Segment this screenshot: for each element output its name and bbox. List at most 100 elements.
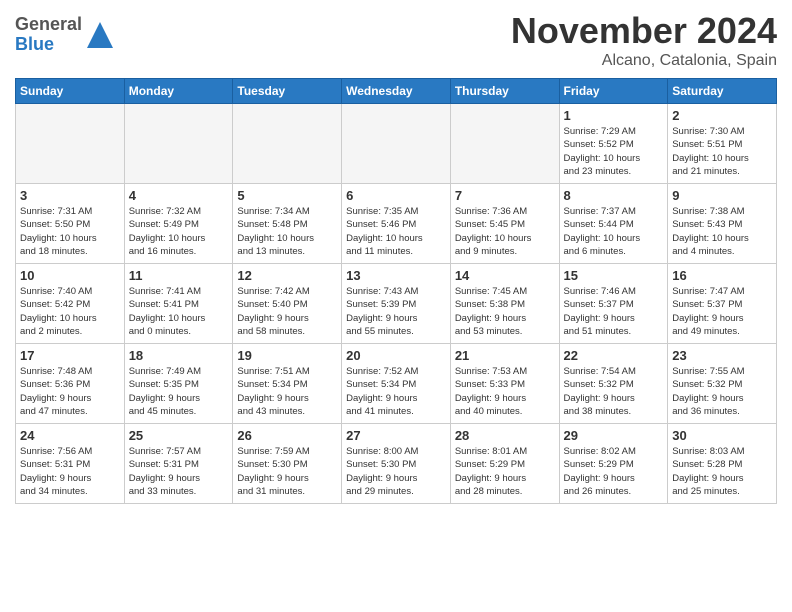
logo-icon	[85, 20, 115, 50]
day-number: 6	[346, 188, 446, 203]
day-info: Sunrise: 8:03 AM Sunset: 5:28 PM Dayligh…	[672, 445, 772, 498]
calendar-body: 1 Sunrise: 7:29 AM Sunset: 5:52 PM Daylig…	[16, 104, 777, 504]
weekday-header: Wednesday	[342, 79, 451, 104]
calendar-day-cell: 9 Sunrise: 7:38 AM Sunset: 5:43 PM Daylig…	[668, 184, 777, 264]
calendar-day-cell: 8 Sunrise: 7:37 AM Sunset: 5:44 PM Daylig…	[559, 184, 668, 264]
day-info: Sunrise: 7:29 AM Sunset: 5:52 PM Dayligh…	[564, 125, 664, 178]
weekday-header: Monday	[124, 79, 233, 104]
calendar-table: SundayMondayTuesdayWednesdayThursdayFrid…	[15, 78, 777, 504]
day-number: 12	[237, 268, 337, 283]
day-info: Sunrise: 7:45 AM Sunset: 5:38 PM Dayligh…	[455, 285, 555, 338]
calendar-day-cell: 28 Sunrise: 8:01 AM Sunset: 5:29 PM Dayli…	[450, 424, 559, 504]
day-info: Sunrise: 7:32 AM Sunset: 5:49 PM Dayligh…	[129, 205, 229, 258]
calendar-day-cell: 15Sunrise: 7:46 AM Sunset: 5:37 PM Dayli…	[559, 264, 668, 344]
calendar-day-cell: 3Sunrise: 7:31 AM Sunset: 5:50 PM Daylig…	[16, 184, 125, 264]
calendar-day-cell: 14 Sunrise: 7:45 AM Sunset: 5:38 PM Dayli…	[450, 264, 559, 344]
day-info: Sunrise: 7:52 AM Sunset: 5:34 PM Dayligh…	[346, 365, 446, 418]
day-info: Sunrise: 8:01 AM Sunset: 5:29 PM Dayligh…	[455, 445, 555, 498]
calendar-day-cell: 13Sunrise: 7:43 AM Sunset: 5:39 PM Dayli…	[342, 264, 451, 344]
calendar-week-row: 1 Sunrise: 7:29 AM Sunset: 5:52 PM Daylig…	[16, 104, 777, 184]
calendar-day-cell: 29 Sunrise: 8:02 AM Sunset: 5:29 PM Dayli…	[559, 424, 668, 504]
day-info: Sunrise: 7:34 AM Sunset: 5:48 PM Dayligh…	[237, 205, 337, 258]
day-info: Sunrise: 7:57 AM Sunset: 5:31 PM Dayligh…	[129, 445, 229, 498]
day-number: 13	[346, 268, 446, 283]
calendar-day-cell: 1 Sunrise: 7:29 AM Sunset: 5:52 PM Daylig…	[559, 104, 668, 184]
day-info: Sunrise: 7:47 AM Sunset: 5:37 PM Dayligh…	[672, 285, 772, 338]
day-number: 25	[129, 428, 229, 443]
day-number: 1	[564, 108, 664, 123]
day-number: 28	[455, 428, 555, 443]
calendar-day-cell: 22 Sunrise: 7:54 AM Sunset: 5:32 PM Dayli…	[559, 344, 668, 424]
day-number: 7	[455, 188, 555, 203]
day-number: 8	[564, 188, 664, 203]
weekday-header: Sunday	[16, 79, 125, 104]
day-info: Sunrise: 7:42 AM Sunset: 5:40 PM Dayligh…	[237, 285, 337, 338]
day-number: 21	[455, 348, 555, 363]
calendar-day-cell	[124, 104, 233, 184]
day-number: 19	[237, 348, 337, 363]
calendar-day-cell: 18 Sunrise: 7:49 AM Sunset: 5:35 PM Dayli…	[124, 344, 233, 424]
day-info: Sunrise: 7:30 AM Sunset: 5:51 PM Dayligh…	[672, 125, 772, 178]
day-number: 9	[672, 188, 772, 203]
day-number: 14	[455, 268, 555, 283]
day-number: 30	[672, 428, 772, 443]
day-info: Sunrise: 7:38 AM Sunset: 5:43 PM Dayligh…	[672, 205, 772, 258]
day-info: Sunrise: 7:56 AM Sunset: 5:31 PM Dayligh…	[20, 445, 120, 498]
calendar-week-row: 24 Sunrise: 7:56 AM Sunset: 5:31 PM Dayli…	[16, 424, 777, 504]
calendar-day-cell: 10 Sunrise: 7:40 AM Sunset: 5:42 PM Dayli…	[16, 264, 125, 344]
calendar-day-cell: 27 Sunrise: 8:00 AM Sunset: 5:30 PM Dayli…	[342, 424, 451, 504]
calendar-day-cell: 25 Sunrise: 7:57 AM Sunset: 5:31 PM Dayli…	[124, 424, 233, 504]
calendar-day-cell: 30 Sunrise: 8:03 AM Sunset: 5:28 PM Dayli…	[668, 424, 777, 504]
calendar-day-cell: 12 Sunrise: 7:42 AM Sunset: 5:40 PM Dayli…	[233, 264, 342, 344]
day-number: 15	[564, 268, 664, 283]
weekday-header: Saturday	[668, 79, 777, 104]
day-number: 5	[237, 188, 337, 203]
month-title: November 2024	[511, 10, 777, 52]
day-number: 29	[564, 428, 664, 443]
calendar-day-cell: 2Sunrise: 7:30 AM Sunset: 5:51 PM Daylig…	[668, 104, 777, 184]
page-header: General Blue November 2024 Alcano, Catal…	[15, 10, 777, 70]
day-number: 3	[20, 188, 120, 203]
day-info: Sunrise: 7:54 AM Sunset: 5:32 PM Dayligh…	[564, 365, 664, 418]
weekday-header: Tuesday	[233, 79, 342, 104]
day-number: 26	[237, 428, 337, 443]
calendar-day-cell: 17 Sunrise: 7:48 AM Sunset: 5:36 PM Dayli…	[16, 344, 125, 424]
day-info: Sunrise: 7:40 AM Sunset: 5:42 PM Dayligh…	[20, 285, 120, 338]
calendar-day-cell	[342, 104, 451, 184]
day-number: 20	[346, 348, 446, 363]
logo: General Blue	[15, 15, 115, 55]
title-area: November 2024 Alcano, Catalonia, Spain	[511, 10, 777, 70]
calendar-day-cell	[16, 104, 125, 184]
day-info: Sunrise: 7:55 AM Sunset: 5:32 PM Dayligh…	[672, 365, 772, 418]
day-number: 16	[672, 268, 772, 283]
calendar-week-row: 17 Sunrise: 7:48 AM Sunset: 5:36 PM Dayli…	[16, 344, 777, 424]
day-number: 18	[129, 348, 229, 363]
day-number: 10	[20, 268, 120, 283]
day-info: Sunrise: 7:37 AM Sunset: 5:44 PM Dayligh…	[564, 205, 664, 258]
day-number: 17	[20, 348, 120, 363]
day-info: Sunrise: 7:49 AM Sunset: 5:35 PM Dayligh…	[129, 365, 229, 418]
weekday-header: Friday	[559, 79, 668, 104]
logo-blue-text: Blue	[15, 35, 82, 55]
day-info: Sunrise: 8:02 AM Sunset: 5:29 PM Dayligh…	[564, 445, 664, 498]
day-number: 22	[564, 348, 664, 363]
day-info: Sunrise: 7:36 AM Sunset: 5:45 PM Dayligh…	[455, 205, 555, 258]
calendar-day-cell: 6Sunrise: 7:35 AM Sunset: 5:46 PM Daylig…	[342, 184, 451, 264]
day-number: 4	[129, 188, 229, 203]
day-number: 24	[20, 428, 120, 443]
calendar-day-cell	[233, 104, 342, 184]
calendar-day-cell: 5 Sunrise: 7:34 AM Sunset: 5:48 PM Daylig…	[233, 184, 342, 264]
day-number: 11	[129, 268, 229, 283]
calendar-week-row: 3Sunrise: 7:31 AM Sunset: 5:50 PM Daylig…	[16, 184, 777, 264]
weekday-header: Thursday	[450, 79, 559, 104]
calendar-day-cell: 19Sunrise: 7:51 AM Sunset: 5:34 PM Dayli…	[233, 344, 342, 424]
location-title: Alcano, Catalonia, Spain	[511, 52, 777, 70]
day-number: 27	[346, 428, 446, 443]
calendar-day-cell: 7 Sunrise: 7:36 AM Sunset: 5:45 PM Daylig…	[450, 184, 559, 264]
calendar-day-cell: 16 Sunrise: 7:47 AM Sunset: 5:37 PM Dayli…	[668, 264, 777, 344]
calendar-day-cell: 20 Sunrise: 7:52 AM Sunset: 5:34 PM Dayli…	[342, 344, 451, 424]
day-info: Sunrise: 8:00 AM Sunset: 5:30 PM Dayligh…	[346, 445, 446, 498]
calendar-day-cell: 4 Sunrise: 7:32 AM Sunset: 5:49 PM Daylig…	[124, 184, 233, 264]
day-info: Sunrise: 7:48 AM Sunset: 5:36 PM Dayligh…	[20, 365, 120, 418]
day-info: Sunrise: 7:53 AM Sunset: 5:33 PM Dayligh…	[455, 365, 555, 418]
